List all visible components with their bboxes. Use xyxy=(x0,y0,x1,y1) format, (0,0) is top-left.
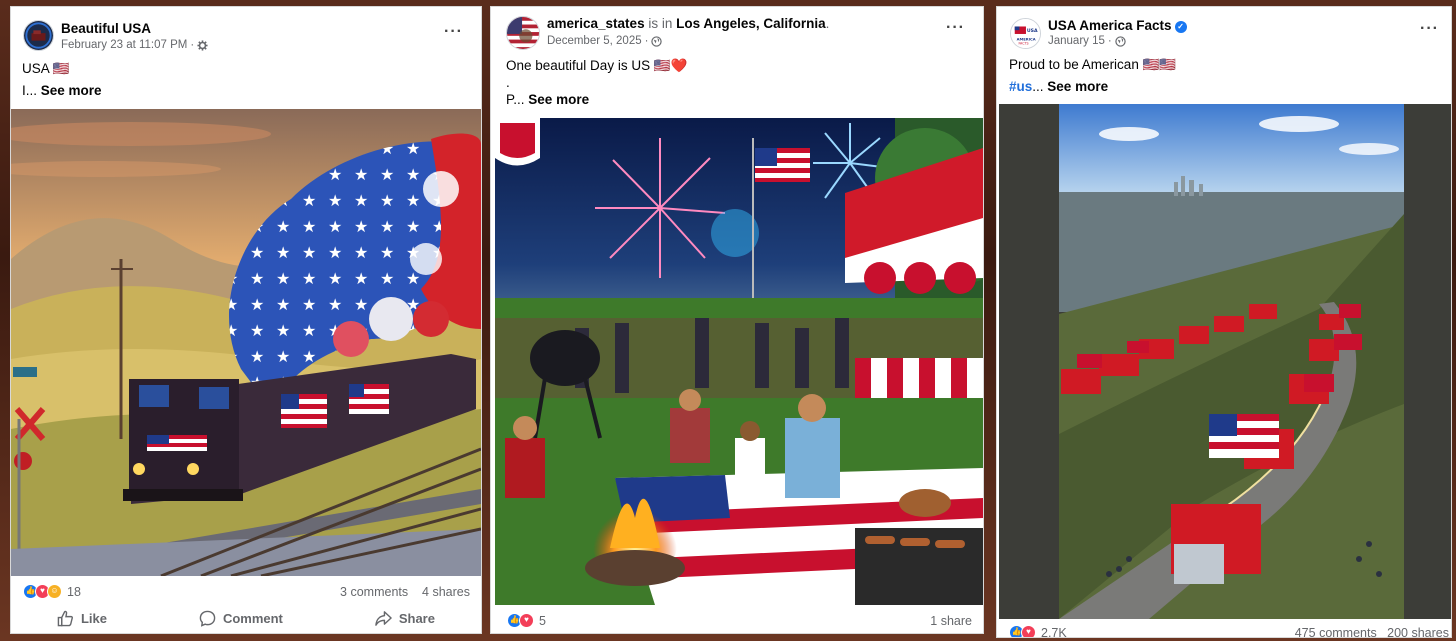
see-more-link[interactable]: See more xyxy=(1047,79,1108,94)
like-label: Like xyxy=(80,610,107,626)
picnic-illustration xyxy=(495,118,983,605)
globe-icon xyxy=(651,35,663,47)
engagement-stats: 1 share xyxy=(930,614,972,628)
comment-button[interactable]: Comment xyxy=(199,610,283,627)
author-name[interactable]: Beautiful USA xyxy=(61,21,151,36)
comment-count[interactable]: 3 comments xyxy=(340,585,408,599)
globe-icon xyxy=(1115,35,1126,47)
caption-truncated: P... xyxy=(506,92,525,107)
truck-flag xyxy=(1209,414,1279,458)
comment-count[interactable]: 475 comments xyxy=(1295,626,1377,637)
comment-label: Comment xyxy=(222,610,283,626)
caption-line-1: Proud to be American 🇺🇸🇺🇸 xyxy=(1009,57,1177,72)
post-header: Beautiful USA February 23 at 11:07 PM · … xyxy=(11,7,481,57)
more-options-icon[interactable]: ··· xyxy=(946,19,965,37)
verified-badge-icon: ✓ xyxy=(1174,21,1187,33)
reaction-summary[interactable]: 👍 ♥ ☺ 18 xyxy=(23,584,81,599)
engagement-stats: 475 comments 200 shares xyxy=(1295,626,1449,637)
author-name[interactable]: america_states xyxy=(547,16,645,31)
locomotive-illustration: ★ xyxy=(11,109,481,576)
see-more-link[interactable]: See more xyxy=(528,92,589,107)
share-count[interactable]: 1 share xyxy=(930,614,972,628)
caption-line-2: . xyxy=(506,75,510,90)
post-america-states: america_states is in Los Angeles, Califo… xyxy=(490,6,984,634)
location-suffix: . xyxy=(825,16,830,31)
share-count[interactable]: 200 shares xyxy=(1387,626,1449,637)
reaction-count: 2.7K xyxy=(1041,625,1067,638)
reaction-summary[interactable]: 👍 ♥ 5 xyxy=(507,613,546,628)
hashtag-link[interactable]: #us xyxy=(1009,79,1032,94)
caption-line-2: I... See more xyxy=(22,83,102,98)
location-link[interactable]: Los Angeles, California xyxy=(676,16,826,31)
post-timestamp[interactable]: December 5, 2025 xyxy=(547,35,642,47)
see-more-link[interactable]: See more xyxy=(41,83,102,98)
post-header: USA AMERICA FACTS USA America Facts ✓ Janua… xyxy=(997,7,1451,57)
caption-line-1: USA 🇺🇸 xyxy=(22,61,70,76)
love-reaction-icon: ♥ xyxy=(519,613,534,628)
svg-text:USA: USA xyxy=(1027,28,1038,34)
svg-text:FACTS: FACTS xyxy=(1018,41,1028,45)
post-beautiful-usa: Beautiful USA February 23 at 11:07 PM · … xyxy=(10,6,482,634)
comment-bubble-icon xyxy=(199,610,216,627)
post-image[interactable]: ★ xyxy=(11,109,481,576)
share-arrow-icon xyxy=(375,610,392,626)
reaction-count: 18 xyxy=(67,584,81,599)
gear-icon xyxy=(197,39,208,51)
page-avatar[interactable] xyxy=(506,16,540,50)
caption-truncated: ... xyxy=(1032,79,1044,94)
truck-convoy-photo xyxy=(999,104,1451,619)
author-line: USA America Facts ✓ xyxy=(1048,18,1187,33)
page-avatar[interactable]: USA AMERICA FACTS xyxy=(1010,18,1041,49)
page-avatar[interactable] xyxy=(23,20,54,51)
post-timestamp[interactable]: January 15 xyxy=(1048,35,1105,47)
thumbs-up-icon xyxy=(57,610,73,626)
author-line: america_states is in Los Angeles, Califo… xyxy=(547,16,829,31)
post-meta: January 15 · xyxy=(1048,35,1126,47)
share-button[interactable]: Share xyxy=(375,610,435,627)
engagement-stats: 3 comments 4 shares xyxy=(340,585,470,599)
post-header: america_states is in Los Angeles, Califo… xyxy=(491,7,983,57)
more-options-icon[interactable]: ··· xyxy=(1420,20,1439,38)
post-timestamp[interactable]: February 23 at 11:07 PM xyxy=(61,39,187,51)
share-count[interactable]: 4 shares xyxy=(422,585,470,599)
post-image[interactable] xyxy=(999,104,1451,619)
post-meta: February 23 at 11:07 PM · xyxy=(61,39,208,51)
author-name[interactable]: USA America Facts xyxy=(1048,18,1172,33)
action-bar: Like Comment Share xyxy=(11,606,481,630)
like-button[interactable]: Like xyxy=(57,610,107,627)
post-meta: December 5, 2025 · xyxy=(547,35,663,47)
reaction-count: 5 xyxy=(539,613,546,628)
love-reaction-icon: ♥ xyxy=(1021,625,1036,637)
caption-line-3: P... See more xyxy=(506,92,589,107)
post-usa-america-facts: USA AMERICA FACTS USA America Facts ✓ Janua… xyxy=(996,6,1452,638)
caption-line-2: #us... See more xyxy=(1009,79,1108,94)
location-prefix: is in xyxy=(648,16,673,31)
locomotive-flag-decal xyxy=(281,394,327,428)
grill-with-sausages xyxy=(855,528,983,605)
post-image[interactable] xyxy=(495,118,983,605)
pole-flag xyxy=(755,148,810,182)
caption-truncated: I... xyxy=(22,83,38,98)
more-options-icon[interactable]: ··· xyxy=(444,23,463,41)
share-label: Share xyxy=(398,610,435,626)
caption-line-1: One beautiful Day is US 🇺🇸❤️ xyxy=(506,58,688,73)
reaction-summary[interactable]: 👍 ♥ 2.7K xyxy=(1009,625,1067,638)
care-reaction-icon: ☺ xyxy=(47,584,62,599)
bunting xyxy=(864,262,976,294)
